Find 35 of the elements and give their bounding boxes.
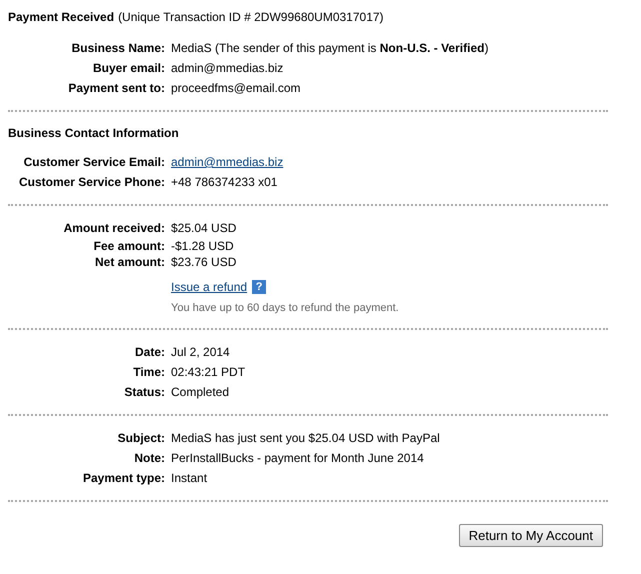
return-button[interactable]: Return to My Account <box>458 524 603 547</box>
field-value: $25.04 USD <box>171 220 236 237</box>
field-value: admin@mmedias.biz <box>171 60 284 77</box>
help-icon[interactable]: ? <box>252 280 266 294</box>
field-label: Payment sent to: <box>67 80 166 97</box>
field-value: 02:43:21 PDT <box>171 364 246 381</box>
email-link[interactable]: admin@mmedias.biz <box>171 152 284 172</box>
section-heading: Business Contact Information <box>8 126 180 140</box>
field-value: Completed <box>171 384 230 401</box>
field-label: Payment type: <box>82 470 166 487</box>
field-label: Net amount: <box>94 254 166 270</box>
field-label: Time: <box>132 364 166 381</box>
field-label: Status: <box>123 384 166 401</box>
field-value: MediaS (The sender of this payment is Non-U.S. - Verified) <box>171 40 488 57</box>
field-label: Amount received: <box>62 220 166 237</box>
field-value: proceedfms@email.com <box>171 80 301 97</box>
field-value: Jul 2, 2014 <box>171 344 230 361</box>
field-label: Customer Service Phone: <box>18 174 166 191</box>
field-label: Note: <box>133 450 166 467</box>
transaction-id: (Unique Transaction ID # 2DW99680UM0317017) <box>118 10 384 24</box>
field-label: Fee amount: <box>92 238 166 254</box>
field-label: Customer Service Email: <box>22 154 166 171</box>
field-label: Subject: <box>116 430 166 447</box>
field-label: Date: <box>134 344 166 361</box>
field-value: $23.76 USD <box>171 254 236 270</box>
field-value: Instant <box>171 470 208 487</box>
field-value: PerInstallBucks - payment for Month June 2014 <box>171 450 424 467</box>
field-value: MediaS has just sent you $25.04 USD with PayPal <box>171 430 440 447</box>
field-value: +48 786374233 x01 <box>171 174 278 191</box>
refund-note: You have up to 60 days to refund the payment. <box>171 301 400 316</box>
refund-link[interactable]: Issue a refund <box>171 278 248 296</box>
field-label: Business Name: <box>70 40 166 57</box>
field-label: Buyer email: <box>92 60 166 77</box>
page-title: Payment Received <box>8 10 114 24</box>
field-value: -$1.28 USD <box>171 238 234 254</box>
